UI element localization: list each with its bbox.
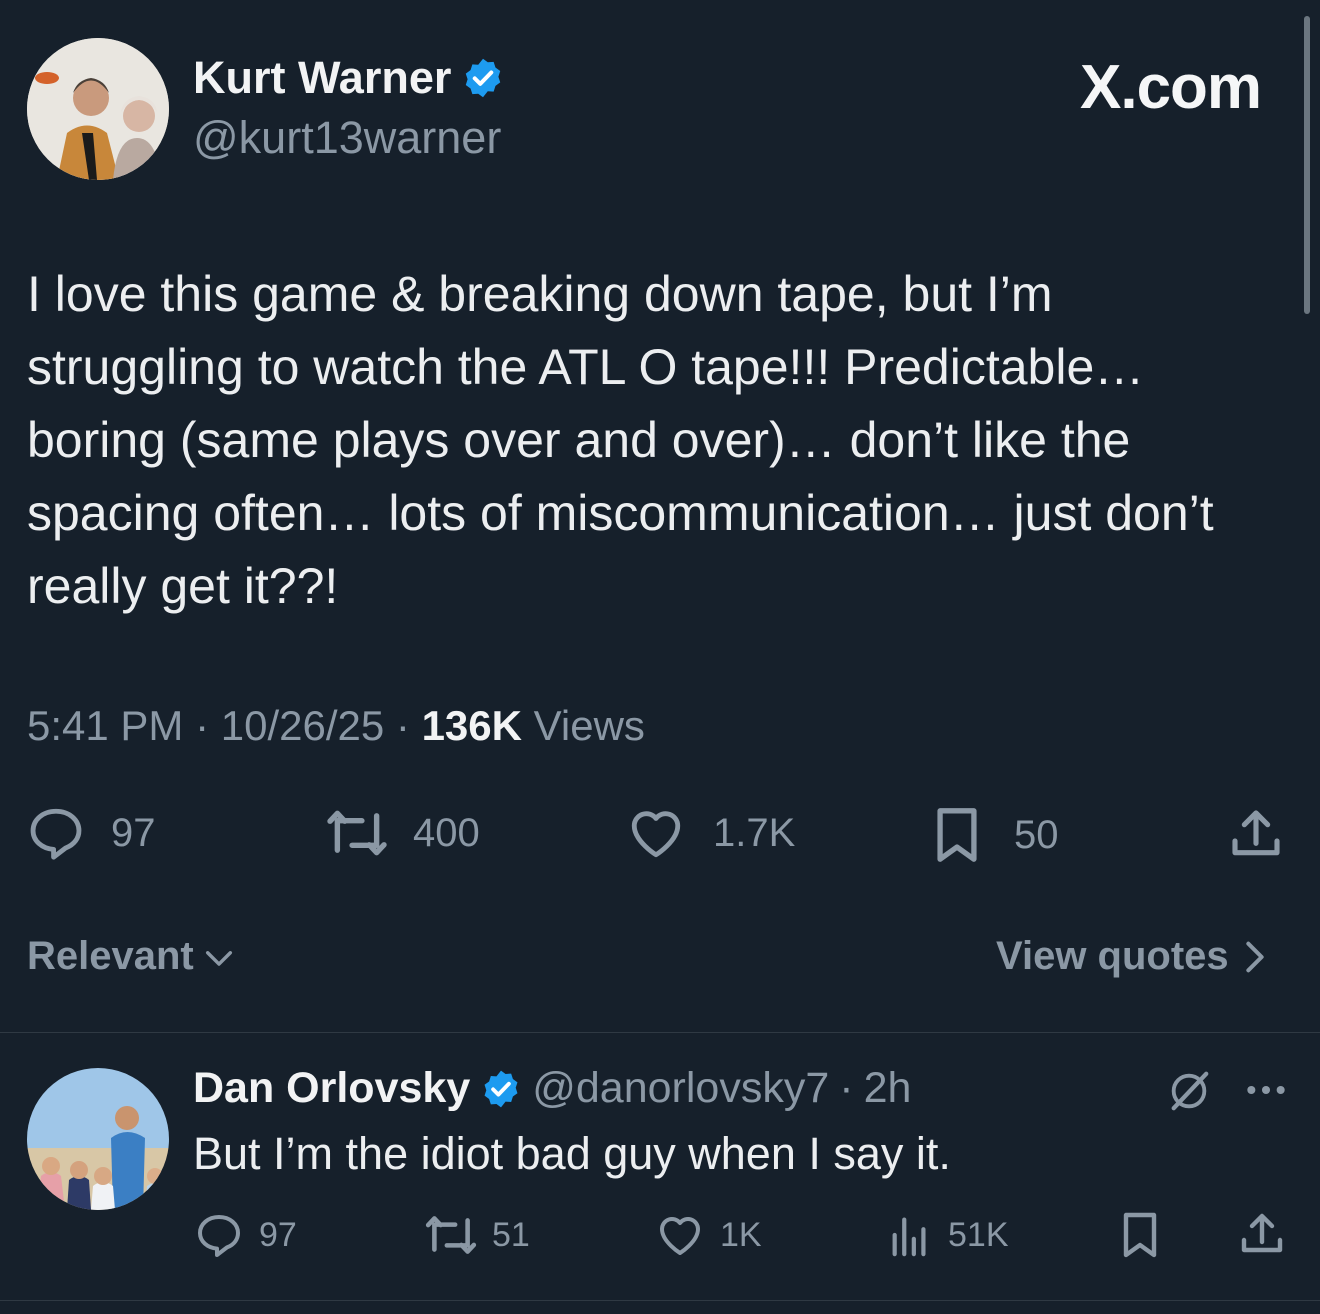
reply-bookmark-button[interactable]: [1118, 1210, 1162, 1260]
tweet-time[interactable]: 5:41 PM: [27, 702, 183, 749]
meta-separator: ·: [395, 702, 422, 749]
reply-handle[interactable]: @danorlovsky7: [532, 1064, 829, 1113]
views-icon: [888, 1212, 932, 1258]
avatar-photo: [27, 38, 169, 180]
meta-separator: ·: [839, 1064, 854, 1112]
tweet-text: I love this game & breaking down tape, b…: [27, 266, 1214, 614]
bookmark-icon: [1118, 1210, 1162, 1260]
repost-icon: [325, 806, 389, 860]
reply-like-button[interactable]: 1K: [656, 1212, 762, 1258]
bookmark-icon: [930, 806, 984, 864]
repost-icon: [424, 1212, 478, 1258]
views-count: 136K: [421, 702, 522, 749]
author-handle[interactable]: @kurt13warner: [193, 112, 501, 164]
chevron-down-icon: [202, 940, 236, 974]
reply-reply-button[interactable]: 97: [195, 1212, 297, 1258]
more-icon[interactable]: [1244, 1078, 1288, 1102]
reply-repost-button[interactable]: 51: [424, 1212, 530, 1258]
reply-count: 97: [111, 810, 156, 855]
divider: [0, 1300, 1320, 1301]
avatar-photo: [27, 1068, 169, 1210]
like-count: 1.7K: [713, 810, 796, 855]
reply-header: Dan Orlovsky @danorlovsky7 · 2h: [193, 1064, 911, 1113]
reply-icon: [195, 1212, 243, 1258]
scrollbar[interactable]: [1304, 16, 1310, 314]
reply-text: But I’m the idiot bad guy when I say it.: [193, 1128, 951, 1179]
brand-watermark: X.com: [1080, 53, 1262, 122]
bookmark-count: 50: [1014, 812, 1059, 857]
meta-separator: ·: [195, 702, 221, 749]
grok-icon[interactable]: [1166, 1068, 1212, 1114]
view-quotes-link[interactable]: View quotes: [996, 934, 1269, 979]
view-quotes-label: View quotes: [996, 934, 1229, 978]
chevron-right-icon: [1241, 937, 1269, 977]
sort-relevant-dropdown[interactable]: Relevant: [27, 934, 236, 979]
reply-age[interactable]: 2h: [864, 1064, 912, 1113]
reply-author-name[interactable]: Dan Orlovsky: [193, 1064, 470, 1113]
author-name-row: Kurt Warner: [193, 52, 505, 104]
sort-label: Relevant: [27, 934, 194, 978]
reply-repost-count: 51: [492, 1215, 530, 1254]
share-icon: [1228, 806, 1284, 862]
reply-share-button[interactable]: [1238, 1210, 1286, 1258]
tweet-meta: 5:41 PM · 10/26/25 · 136K Views: [27, 702, 645, 750]
author-name[interactable]: Kurt Warner: [193, 52, 451, 104]
tweet-date[interactable]: 10/26/25: [221, 702, 385, 749]
reply-like-count: 1K: [720, 1215, 762, 1254]
like-button[interactable]: 1.7K: [627, 806, 795, 860]
verified-badge-icon: [461, 56, 505, 100]
repost-count: 400: [413, 810, 480, 855]
kurt-warner-avatar[interactable]: [27, 38, 169, 180]
reply-views-count: 51K: [948, 1215, 1009, 1254]
views-label: Views: [533, 702, 645, 749]
dan-orlovsky-avatar[interactable]: [27, 1068, 169, 1210]
reply-reply-count: 97: [259, 1215, 297, 1254]
reply-views-button[interactable]: 51K: [888, 1212, 1009, 1258]
repost-button[interactable]: 400: [325, 806, 480, 860]
share-icon: [1238, 1210, 1286, 1258]
like-icon: [627, 806, 685, 860]
share-button[interactable]: [1228, 806, 1284, 862]
divider: [0, 1032, 1320, 1033]
reply-button[interactable]: 97: [27, 806, 156, 860]
reply-icon: [27, 806, 85, 860]
like-icon: [656, 1212, 704, 1258]
verified-badge-icon: [480, 1068, 522, 1110]
bookmark-button[interactable]: 50: [930, 806, 1059, 864]
